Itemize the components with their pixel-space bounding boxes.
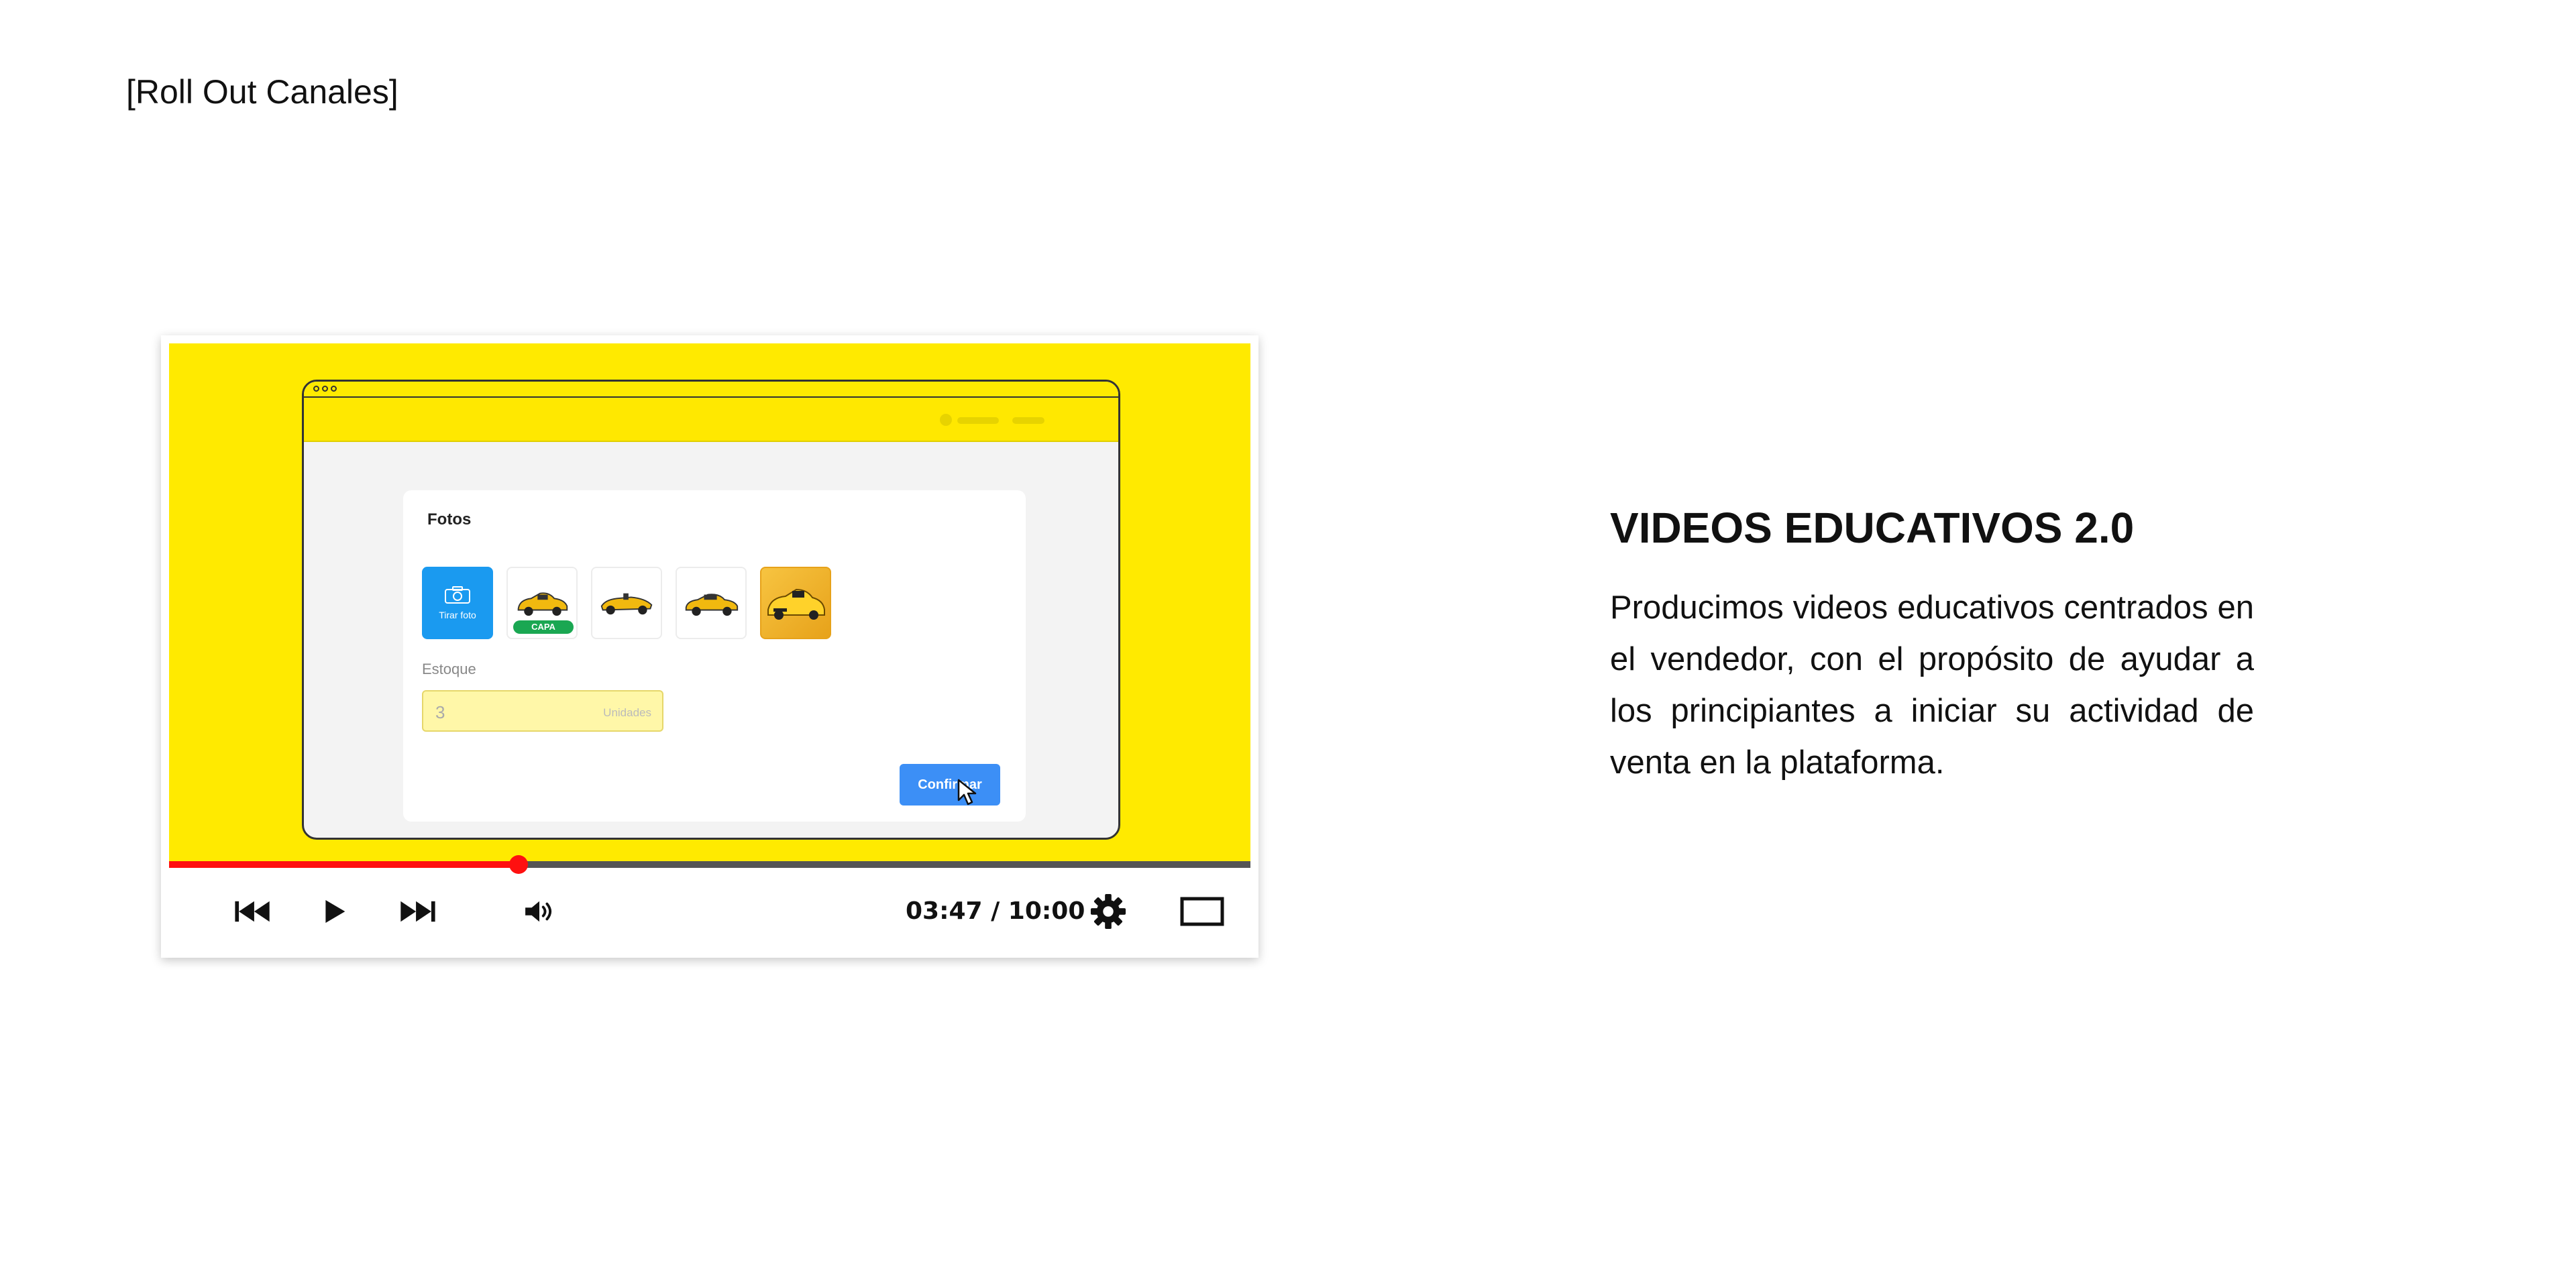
progress-bar[interactable] — [169, 855, 1250, 874]
player-controls: 03:47 / 10:00 — [169, 869, 1250, 958]
stock-label: Estoque — [422, 661, 476, 677]
section-description: Producimos videos educativos centrados e… — [1610, 590, 2254, 781]
play-icon[interactable] — [311, 888, 358, 935]
product-photo-thumbnail — [760, 567, 831, 639]
photos-card: Fotos Tirar foto CAPA Estoque 3 Unidades… — [403, 490, 1026, 822]
mock-titlebar — [304, 382, 1118, 398]
time-display: 03:47 / 10:00 — [906, 897, 1085, 925]
progress-fill — [169, 861, 519, 868]
take-photo-label: Tirar foto — [439, 610, 476, 620]
stock-value: 3 — [435, 702, 445, 722]
product-photo-thumbnail: CAPA — [506, 567, 578, 639]
cover-badge: CAPA — [513, 620, 574, 634]
stock-unit: Unidades — [603, 706, 651, 719]
mock-browser-window: Fotos Tirar foto CAPA Estoque 3 Unidades… — [302, 380, 1120, 840]
mouse-cursor-icon — [957, 779, 977, 806]
header-placeholder-line — [957, 417, 999, 424]
video-frame[interactable]: Fotos Tirar foto CAPA Estoque 3 Unidades… — [169, 343, 1250, 867]
theater-mode-icon[interactable] — [1179, 888, 1226, 935]
skip-back-icon[interactable] — [229, 888, 276, 935]
take-photo-tile: Tirar foto — [422, 567, 493, 639]
header-placeholder-line — [1012, 417, 1044, 424]
toy-car-image — [600, 593, 653, 615]
product-photo-thumbnail — [591, 567, 662, 639]
section-heading: VIDEOS EDUCATIVOS 2.0 — [1610, 504, 2135, 552]
card-title: Fotos — [427, 510, 472, 529]
window-dots-icon — [313, 386, 337, 392]
skip-forward-icon[interactable] — [394, 888, 441, 935]
video-player: Fotos Tirar foto CAPA Estoque 3 Unidades… — [161, 335, 1258, 958]
mock-app-header — [304, 398, 1118, 442]
avatar-placeholder — [940, 414, 952, 426]
camera-icon — [445, 586, 470, 604]
volume-icon[interactable] — [516, 888, 563, 935]
toy-car-image — [517, 592, 568, 616]
toy-car-image — [685, 594, 739, 616]
photo-row: Tirar foto CAPA — [422, 567, 831, 639]
slide-label: [Roll Out Canales] — [126, 73, 398, 111]
product-photo-thumbnail — [676, 567, 747, 639]
toy-car-image — [767, 588, 825, 620]
stock-input: 3 Unidades — [422, 690, 663, 732]
settings-gear-icon[interactable] — [1085, 888, 1132, 935]
confirm-button: Confirmar — [900, 764, 1000, 806]
